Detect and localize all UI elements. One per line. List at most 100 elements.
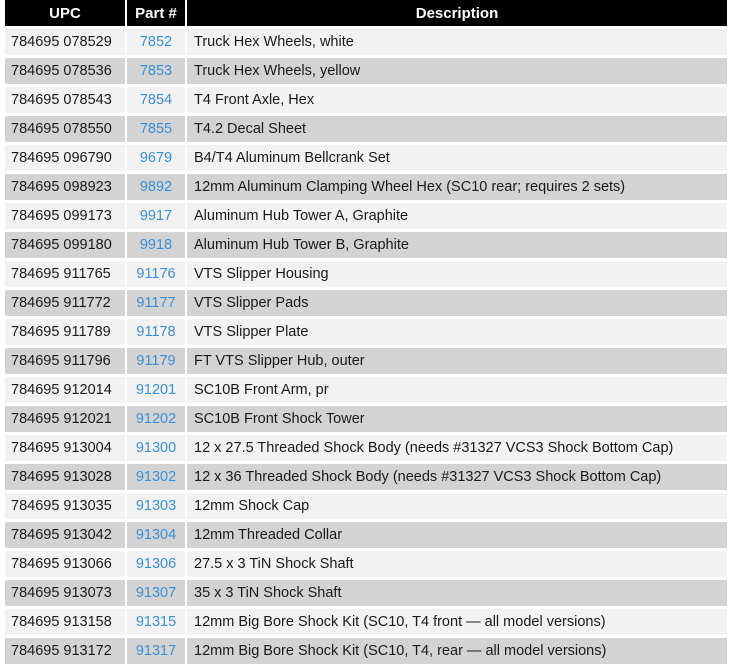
upc-cell: 784695 911789 — [5, 319, 125, 345]
part-number-link[interactable]: 91303 — [136, 498, 176, 514]
part-number-link[interactable]: 91201 — [136, 382, 176, 398]
table-row: 784695 913035 91303 12mm Shock Cap — [5, 493, 727, 519]
parts-table: UPC Part # Description 784695 078529 7852… — [3, 0, 729, 667]
upc-cell: 784695 099180 — [5, 232, 125, 258]
table-row: 784695 096790 9679 B4/T4 Aluminum Bellcran… — [5, 145, 727, 171]
description-cell: T4.2 Decal Sheet — [187, 116, 727, 142]
part-number-cell: 91202 — [127, 406, 185, 432]
part-number-cell: 91302 — [127, 464, 185, 490]
table-row: 784695 913073 91307 35 x 3 TiN Shock Shaft — [5, 580, 727, 606]
part-number-link[interactable]: 91304 — [136, 527, 176, 543]
table-row: 784695 913158 91315 12mm Big Bore Shock Ki… — [5, 609, 727, 635]
part-number-cell: 91201 — [127, 377, 185, 403]
part-number-cell: 91300 — [127, 435, 185, 461]
description-cell: 12mm Aluminum Clamping Wheel Hex (SC10 r… — [187, 174, 727, 200]
part-number-link[interactable]: 9892 — [140, 179, 172, 195]
table-row: 784695 912014 91201 SC10B Front Arm, pr — [5, 377, 727, 403]
description-cell: VTS Slipper Housing — [187, 261, 727, 287]
table-row: 784695 078536 7853 Truck Hex Wheels, yello… — [5, 58, 727, 84]
part-number-cell: 91178 — [127, 319, 185, 345]
part-number-link[interactable]: 9917 — [140, 208, 172, 224]
part-number-link[interactable]: 7852 — [140, 34, 172, 50]
upc-cell: 784695 099173 — [5, 203, 125, 229]
description-cell: 12mm Threaded Collar — [187, 522, 727, 548]
part-number-link[interactable]: 7855 — [140, 121, 172, 137]
part-number-link[interactable]: 91300 — [136, 440, 176, 456]
table-row: 784695 913004 91300 12 x 27.5 Threaded Sho… — [5, 435, 727, 461]
part-number-cell: 91179 — [127, 348, 185, 374]
table-row: 784695 078550 7855 T4.2 Decal Sheet — [5, 116, 727, 142]
part-number-link[interactable]: 91307 — [136, 585, 176, 601]
part-number-link[interactable]: 91202 — [136, 411, 176, 427]
part-number-link[interactable]: 91179 — [136, 353, 175, 369]
upc-cell: 784695 078543 — [5, 87, 125, 113]
upc-cell: 784695 911796 — [5, 348, 125, 374]
part-number-link[interactable]: 91302 — [136, 469, 176, 485]
upc-cell: 784695 913042 — [5, 522, 125, 548]
description-cell: FT VTS Slipper Hub, outer — [187, 348, 727, 374]
parts-table-container: UPC Part # Description 784695 078529 7852… — [3, 0, 727, 667]
part-number-cell: 9917 — [127, 203, 185, 229]
upc-cell: 784695 913028 — [5, 464, 125, 490]
part-number-link[interactable]: 91176 — [136, 266, 175, 282]
column-header-upc: UPC — [5, 0, 125, 26]
part-number-link[interactable]: 91177 — [136, 295, 175, 311]
table-row: 784695 078529 7852 Truck Hex Wheels, white — [5, 29, 727, 55]
part-number-link[interactable]: 7853 — [140, 63, 172, 79]
part-number-cell: 91303 — [127, 493, 185, 519]
description-cell: B4/T4 Aluminum Bellcrank Set — [187, 145, 727, 171]
upc-cell: 784695 911765 — [5, 261, 125, 287]
upc-cell: 784695 098923 — [5, 174, 125, 200]
table-row: 784695 911796 91179 FT VTS Slipper Hub, ou… — [5, 348, 727, 374]
part-number-link[interactable]: 91315 — [136, 614, 176, 630]
part-number-link[interactable]: 9679 — [140, 150, 172, 166]
upc-cell: 784695 912014 — [5, 377, 125, 403]
description-cell: 35 x 3 TiN Shock Shaft — [187, 580, 727, 606]
table-row: 784695 078543 7854 T4 Front Axle, Hex — [5, 87, 727, 113]
table-row: 784695 098923 9892 12mm Aluminum Clamping … — [5, 174, 727, 200]
table-row: 784695 099180 9918 Aluminum Hub Tower B, G… — [5, 232, 727, 258]
table-row: 784695 911772 91177 VTS Slipper Pads — [5, 290, 727, 316]
description-cell: 12 x 36 Threaded Shock Body (needs #3132… — [187, 464, 727, 490]
part-number-cell: 91304 — [127, 522, 185, 548]
column-header-description: Description — [187, 0, 727, 26]
table-body: 784695 078529 7852 Truck Hex Wheels, white… — [5, 29, 727, 664]
upc-cell: 784695 912021 — [5, 406, 125, 432]
part-number-cell: 91306 — [127, 551, 185, 577]
table-row: 784695 913066 91306 27.5 x 3 TiN Shock Sha… — [5, 551, 727, 577]
part-number-cell: 9679 — [127, 145, 185, 171]
part-number-link[interactable]: 9918 — [140, 237, 172, 253]
table-row: 784695 913172 91317 12mm Big Bore Shock Ki… — [5, 638, 727, 664]
upc-cell: 784695 078536 — [5, 58, 125, 84]
upc-cell: 784695 913172 — [5, 638, 125, 664]
part-number-cell: 91317 — [127, 638, 185, 664]
table-row: 784695 913042 91304 12mm Threaded Collar — [5, 522, 727, 548]
part-number-link[interactable]: 91306 — [136, 556, 176, 572]
description-cell: T4 Front Axle, Hex — [187, 87, 727, 113]
part-number-link[interactable]: 91317 — [136, 643, 176, 659]
description-cell: VTS Slipper Plate — [187, 319, 727, 345]
description-cell: Aluminum Hub Tower A, Graphite — [187, 203, 727, 229]
table-row: 784695 099173 9917 Aluminum Hub Tower A, G… — [5, 203, 727, 229]
description-cell: 27.5 x 3 TiN Shock Shaft — [187, 551, 727, 577]
table-row: 784695 913028 91302 12 x 36 Threaded Shock… — [5, 464, 727, 490]
part-number-cell: 7854 — [127, 87, 185, 113]
part-number-cell: 91176 — [127, 261, 185, 287]
description-cell: Truck Hex Wheels, yellow — [187, 58, 727, 84]
upc-cell: 784695 913158 — [5, 609, 125, 635]
part-number-link[interactable]: 91178 — [136, 324, 175, 340]
description-cell: 12mm Shock Cap — [187, 493, 727, 519]
upc-cell: 784695 911772 — [5, 290, 125, 316]
upc-cell: 784695 913004 — [5, 435, 125, 461]
part-number-cell: 91315 — [127, 609, 185, 635]
table-row: 784695 912021 91202 SC10B Front Shock Towe… — [5, 406, 727, 432]
description-cell: 12mm Big Bore Shock Kit (SC10, T4 front … — [187, 609, 727, 635]
table-row: 784695 911765 91176 VTS Slipper Housing — [5, 261, 727, 287]
table-row: 784695 911789 91178 VTS Slipper Plate — [5, 319, 727, 345]
part-number-link[interactable]: 7854 — [140, 92, 172, 108]
upc-cell: 784695 913073 — [5, 580, 125, 606]
column-header-part: Part # — [127, 0, 185, 26]
part-number-cell: 91177 — [127, 290, 185, 316]
part-number-cell: 9918 — [127, 232, 185, 258]
upc-cell: 784695 913035 — [5, 493, 125, 519]
